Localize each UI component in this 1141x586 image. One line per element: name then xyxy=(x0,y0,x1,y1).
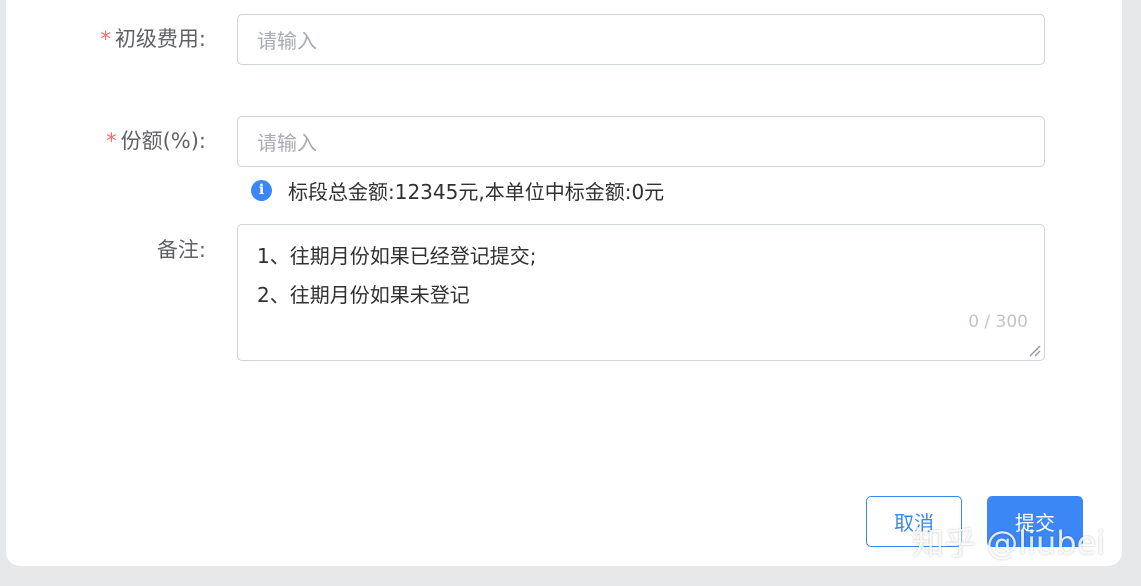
submit-button[interactable]: 提交 xyxy=(987,496,1083,547)
share-placeholder: 请输入 xyxy=(257,131,317,155)
amount-tip-text: 标段总金额:12345元,本单位中标金额:0元 xyxy=(288,179,665,204)
cancel-button[interactable]: 取消 xyxy=(866,496,962,547)
resize-handle-icon[interactable] xyxy=(1027,343,1041,357)
remarks-textarea[interactable]: 1、往期月份如果已经登记提交; 2、往期月份如果未登记 0 / 300 xyxy=(237,224,1045,361)
initial-fee-label: * 初级费用: xyxy=(6,24,206,54)
info-icon: i xyxy=(251,179,272,201)
remarks-line: 1、往期月份如果已经登记提交; xyxy=(257,244,537,268)
share-label: * 份额(%): xyxy=(6,126,206,156)
required-mark: * xyxy=(100,27,111,51)
required-mark: * xyxy=(106,129,117,153)
initial-fee-input[interactable]: 请输入 xyxy=(237,14,1045,65)
amount-tip: i 标段总金额:12345元,本单位中标金额:0元 xyxy=(251,175,664,205)
share-label-text: 份额(%): xyxy=(120,129,206,153)
initial-fee-placeholder: 请输入 xyxy=(257,29,317,53)
char-counter: 0 / 300 xyxy=(968,312,1028,332)
initial-fee-label-text: 初级费用: xyxy=(114,27,206,51)
share-input[interactable]: 请输入 xyxy=(237,116,1045,167)
form-dialog: * 初级费用: 请输入 * 份额(%): 请输入 i 标段总金额:12345元,本单… xyxy=(6,0,1122,566)
remarks-line: 2、往期月份如果未登记 xyxy=(257,283,470,307)
remarks-label: 备注: xyxy=(156,238,206,262)
